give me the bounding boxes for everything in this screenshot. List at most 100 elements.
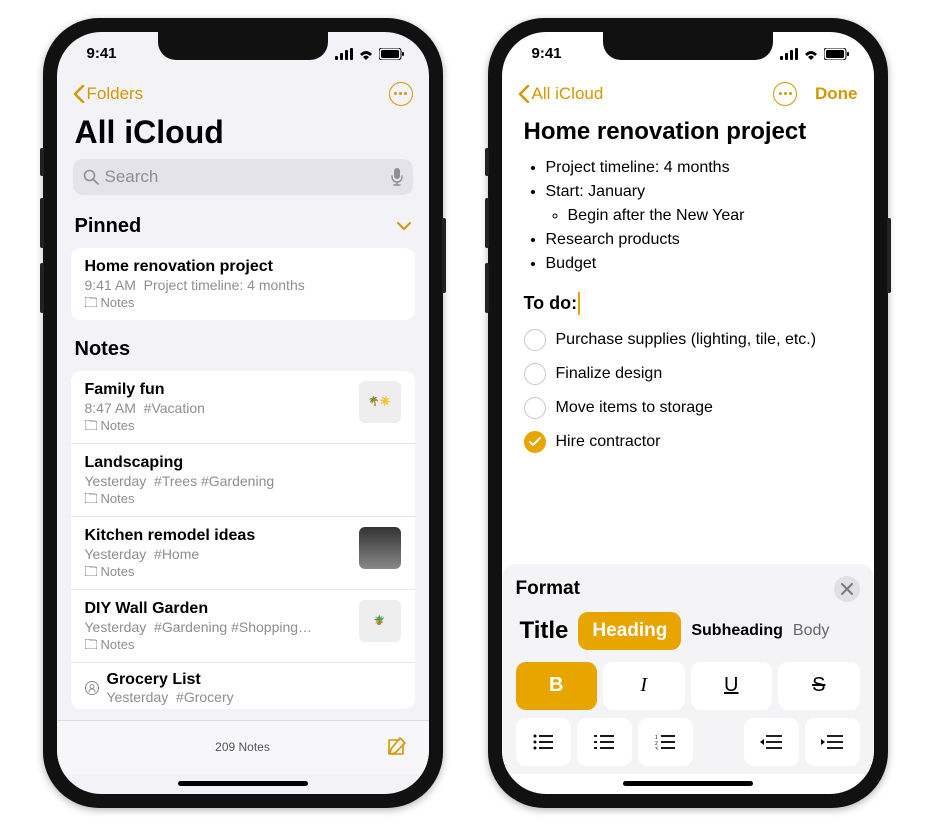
underline-button[interactable]: U	[691, 662, 773, 710]
bullet-list-button[interactable]	[516, 718, 571, 766]
battery-icon	[824, 48, 850, 60]
checkbox-icon[interactable]	[524, 329, 546, 351]
svg-text:3: 3	[655, 747, 658, 750]
note-row-pinned[interactable]: Home renovation project 9:41 AM Project …	[71, 248, 415, 320]
note-title: Kitchen remodel ideas	[85, 527, 349, 545]
checklist-label: Hire contractor	[556, 430, 661, 454]
more-button[interactable]	[389, 82, 413, 106]
note-body[interactable]: Project timeline: 4 months Start: Januar…	[502, 156, 874, 459]
note-preview: 9:41 AM Project timeline: 4 months	[85, 277, 401, 293]
chevron-left-icon	[518, 85, 530, 103]
format-panel: Format Title Heading Subheading Body B I…	[502, 564, 874, 774]
nav-bar: All iCloud Done	[502, 76, 874, 112]
wifi-icon	[358, 48, 374, 60]
note-row[interactable]: Landscaping Yesterday #Trees #Gardening …	[71, 444, 415, 517]
indent-button[interactable]	[805, 718, 860, 766]
cellular-icon	[780, 48, 798, 60]
bullet-subitem: Begin after the New Year	[568, 204, 852, 228]
dash-list-icon	[594, 734, 614, 750]
list-format-row: 123	[516, 718, 860, 766]
volume-down-button	[485, 263, 489, 313]
power-button	[442, 218, 446, 293]
bullet-item: Research products	[546, 228, 852, 252]
pinned-header[interactable]: Pinned	[57, 209, 429, 244]
silence-switch	[485, 148, 489, 176]
pinned-card: Home renovation project 9:41 AM Project …	[71, 248, 415, 320]
volume-up-button	[40, 198, 44, 248]
note-thumb: 🌴☀️	[359, 381, 401, 423]
style-subheading[interactable]: Subheading	[691, 622, 783, 640]
compose-button[interactable]	[385, 736, 407, 758]
style-body[interactable]: Body	[793, 622, 829, 640]
home-indicator[interactable]	[57, 774, 429, 794]
volume-down-button	[40, 263, 44, 313]
note-preview: 8:47 AM #Vacation	[85, 400, 349, 416]
close-button[interactable]	[834, 576, 860, 602]
note-row[interactable]: Kitchen remodel ideas Yesterday #Home No…	[71, 517, 415, 590]
notch	[158, 32, 328, 60]
close-icon	[841, 583, 853, 595]
checkbox-icon[interactable]	[524, 363, 546, 385]
search-input[interactable]: Search	[73, 159, 413, 195]
folder-icon	[85, 493, 97, 503]
note-preview: Yesterday #Gardening #Shopping…	[85, 619, 349, 635]
paragraph-style-row[interactable]: Title Heading Subheading Body	[516, 612, 860, 650]
checklist-item[interactable]: Finalize design	[524, 357, 852, 391]
bullet-list: Project timeline: 4 months Start: Januar…	[524, 156, 852, 276]
status-icons	[335, 48, 405, 60]
note-thumb	[359, 527, 401, 569]
checklist-label: Move items to storage	[556, 396, 713, 420]
folder-icon	[85, 420, 97, 430]
checklist-item[interactable]: Hire contractor	[524, 425, 852, 459]
numbered-list-button[interactable]: 123	[638, 718, 693, 766]
checkbox-checked-icon[interactable]	[524, 431, 546, 453]
folder-icon	[85, 566, 97, 576]
note-preview: Yesterday #Grocery	[107, 689, 401, 705]
style-heading-selected[interactable]: Heading	[578, 612, 681, 650]
note-title: Home renovation project	[85, 258, 401, 276]
note-folder: Notes	[85, 637, 349, 652]
folder-icon	[85, 297, 97, 307]
toolbar: 209 Notes	[57, 720, 429, 774]
note-title[interactable]: Home renovation project	[502, 112, 874, 156]
back-label: Folders	[87, 84, 144, 104]
power-button	[887, 218, 891, 293]
done-button[interactable]: Done	[815, 84, 858, 104]
checklist-item[interactable]: Purchase supplies (lighting, tile, etc.)	[524, 323, 852, 357]
strikethrough-button[interactable]: S	[778, 662, 860, 710]
note-row[interactable]: DIY Wall Garden Yesterday #Gardening #Sh…	[71, 590, 415, 663]
indent-icon	[821, 734, 843, 750]
volume-up-button	[485, 198, 489, 248]
format-label: Format	[516, 578, 580, 600]
note-row[interactable]: Family fun 8:47 AM #Vacation Notes 🌴☀️	[71, 371, 415, 444]
bold-button[interactable]: B	[516, 662, 598, 710]
note-preview: Yesterday #Home	[85, 546, 349, 562]
italic-button[interactable]: I	[603, 662, 685, 710]
dash-list-button[interactable]	[577, 718, 632, 766]
notes-label: Notes	[75, 338, 131, 361]
style-title[interactable]: Title	[520, 617, 569, 645]
outdent-button[interactable]	[744, 718, 799, 766]
battery-icon	[379, 48, 405, 60]
screen-notes-list: 9:41 Folders All iCloud Search Pinned	[57, 32, 429, 794]
note-row-shared[interactable]: Grocery List Yesterday #Grocery	[71, 663, 415, 709]
silence-switch	[40, 148, 44, 176]
back-button[interactable]: All iCloud	[518, 84, 604, 104]
text-format-row: B I U S	[516, 662, 860, 710]
search-placeholder: Search	[105, 167, 159, 187]
more-button[interactable]	[773, 82, 797, 106]
numbered-list-icon: 123	[655, 734, 675, 750]
checkbox-icon[interactable]	[524, 397, 546, 419]
checklist-item[interactable]: Move items to storage	[524, 391, 852, 425]
status-time: 9:41	[87, 45, 117, 62]
mic-icon[interactable]	[391, 168, 403, 186]
note-preview: Yesterday #Trees #Gardening	[85, 473, 401, 489]
home-indicator[interactable]	[502, 774, 874, 794]
shared-icon	[85, 681, 99, 695]
notch	[603, 32, 773, 60]
note-folder: Notes	[85, 564, 349, 579]
bullet-item: Project timeline: 4 months	[546, 156, 852, 180]
back-button[interactable]: Folders	[73, 84, 144, 104]
checklist-label: Finalize design	[556, 362, 663, 386]
status-time: 9:41	[532, 45, 562, 62]
